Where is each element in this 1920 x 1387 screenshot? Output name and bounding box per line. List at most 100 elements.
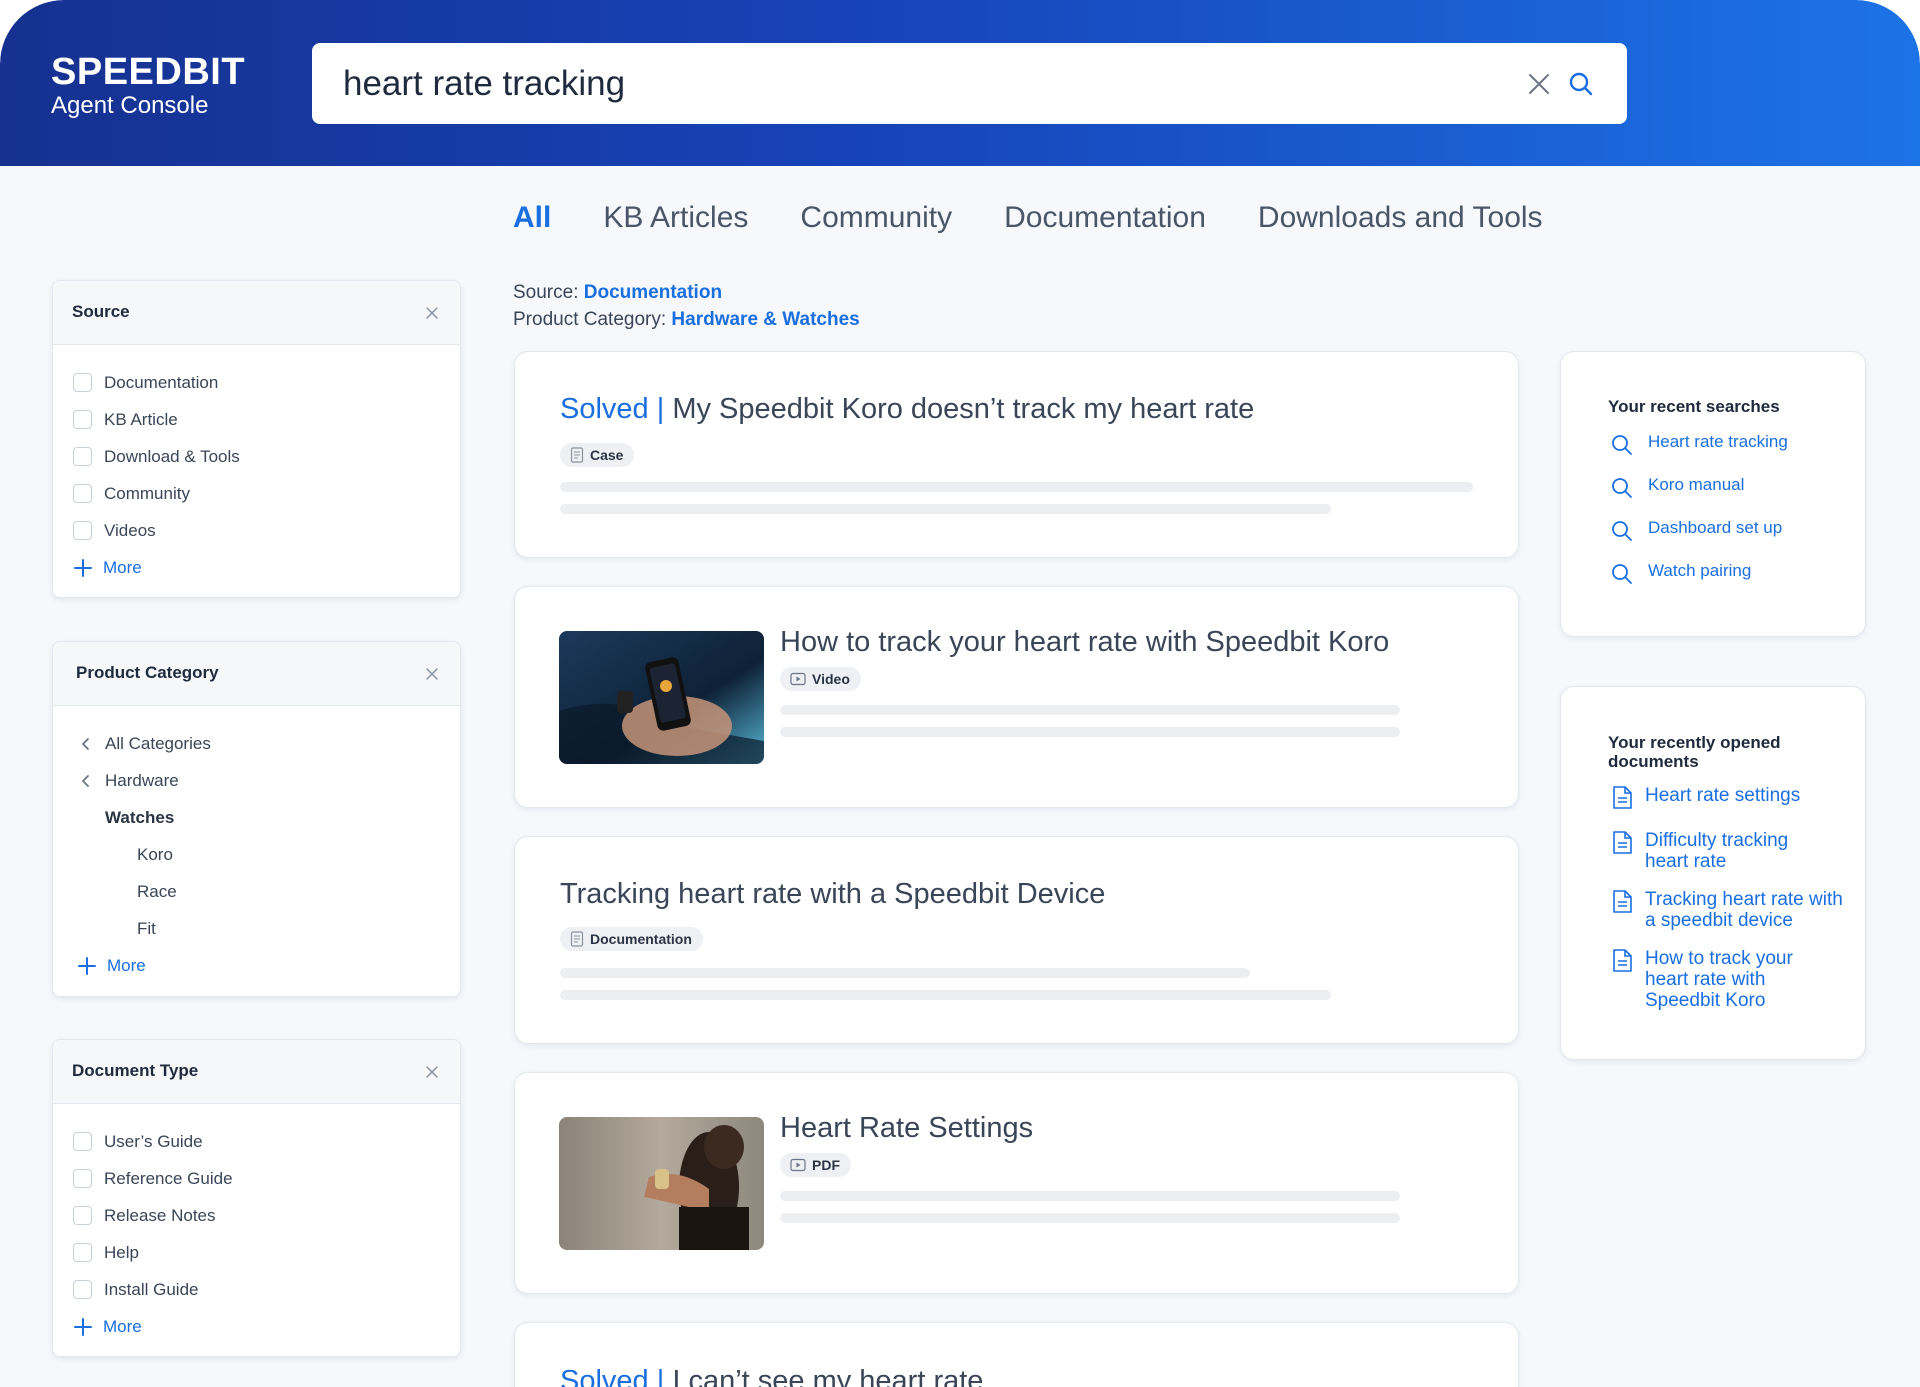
close-icon[interactable] [424, 1064, 440, 1080]
filter-value-link[interactable]: Hardware & Watches [671, 309, 859, 330]
category-all-categories[interactable]: All Categories [77, 725, 460, 762]
result-badge: Video [780, 667, 861, 691]
recent-searches-list: Heart rate tracking Koro manual Dashboar… [1611, 432, 1788, 604]
filter-option-community[interactable]: Community [73, 475, 460, 512]
checkbox[interactable] [73, 1206, 92, 1225]
filter-option-release-notes[interactable]: Release Notes [73, 1197, 460, 1234]
video-icon [790, 1158, 806, 1172]
app-frame: SPEEDBIT Agent Console All KB Articles C… [0, 0, 1920, 1387]
recent-search-item[interactable]: Dashboard set up [1611, 518, 1788, 561]
category-current-watches[interactable]: Watches [77, 799, 460, 836]
recent-search-item[interactable]: Watch pairing [1611, 561, 1788, 604]
search-button[interactable] [1561, 64, 1601, 104]
tab-documentation[interactable]: Documentation [1004, 196, 1206, 240]
document-icon [570, 447, 584, 463]
search-input[interactable] [312, 43, 1519, 124]
panel-title: Your recent searches [1608, 397, 1780, 416]
recent-document-item[interactable]: How to track your heart rate with Speedb… [1612, 948, 1852, 1011]
option-label: Download & Tools [104, 446, 240, 466]
text-placeholder [780, 1191, 1400, 1201]
filter-option-documentation[interactable]: Documentation [73, 364, 460, 401]
category-hardware[interactable]: Hardware [77, 762, 460, 799]
plus-icon [78, 956, 96, 975]
result-title-link[interactable]: Tracking heart rate with a Speedbit Devi… [560, 876, 1105, 912]
badge-label: Case [590, 447, 624, 463]
more-button[interactable]: More [77, 947, 460, 984]
checkbox[interactable] [73, 373, 92, 392]
filter-option-kb-article[interactable]: KB Article [73, 401, 460, 438]
category-label: Hardware [105, 770, 179, 790]
option-label: Community [104, 483, 190, 503]
checkbox[interactable] [73, 484, 92, 503]
more-button[interactable]: More [73, 1308, 460, 1345]
checkbox[interactable] [73, 1243, 92, 1262]
plus-icon [74, 1317, 92, 1336]
result-card[interactable]: Heart Rate Settings PDF [514, 1072, 1519, 1294]
text-placeholder [780, 727, 1400, 737]
result-card[interactable]: Tracking heart rate with a Speedbit Devi… [514, 836, 1519, 1044]
video-thumbnail[interactable] [559, 631, 764, 764]
category-fit[interactable]: Fit [77, 910, 460, 947]
checkbox[interactable] [73, 1169, 92, 1188]
close-icon[interactable] [424, 666, 440, 682]
filter-option-users-guide[interactable]: User’s Guide [73, 1123, 460, 1160]
tab-downloads-and-tools[interactable]: Downloads and Tools [1258, 196, 1543, 240]
active-filters: Source: Documentation Product Category: … [513, 279, 860, 333]
tab-all[interactable]: All [513, 196, 551, 240]
result-card[interactable]: Solved | I can’t see my heart rate [514, 1322, 1519, 1387]
panel-title: Your recently opened documents [1608, 733, 1781, 771]
filter-option-download-tools[interactable]: Download & Tools [73, 438, 460, 475]
filter-option-install-guide[interactable]: Install Guide [73, 1271, 460, 1308]
result-title: I can’t see my heart rate [672, 1365, 984, 1387]
search-icon [1569, 72, 1593, 95]
recent-document-label: How to track your heart rate with Speedb… [1645, 948, 1793, 1011]
result-title-link[interactable]: Solved | I can’t see my heart rate [560, 1363, 983, 1387]
recent-search-item[interactable]: Heart rate tracking [1611, 432, 1788, 475]
category-koro[interactable]: Koro [77, 836, 460, 873]
tab-kb-articles[interactable]: KB Articles [603, 196, 748, 240]
checkbox[interactable] [73, 1132, 92, 1151]
result-title-link[interactable]: Solved | My Speedbit Koro doesn’t track … [560, 391, 1254, 427]
checkbox[interactable] [73, 447, 92, 466]
recent-document-label: Heart rate settings [1645, 785, 1801, 806]
text-placeholder [560, 968, 1250, 978]
result-title-link[interactable]: How to track your heart rate with Speedb… [780, 624, 1389, 660]
close-icon[interactable] [424, 305, 440, 321]
text-placeholder [560, 504, 1331, 514]
recent-search-item[interactable]: Koro manual [1611, 475, 1788, 518]
checkbox[interactable] [73, 521, 92, 540]
result-title-link[interactable]: Heart Rate Settings [780, 1110, 1033, 1146]
filter-option-videos[interactable]: Videos [73, 512, 460, 549]
checkbox[interactable] [73, 410, 92, 429]
recent-document-item[interactable]: Difficulty tracking heart rate [1612, 830, 1852, 872]
solved-label: Solved [560, 1365, 649, 1387]
filter-category: Product Category: Hardware & Watches [513, 306, 860, 333]
recent-search-label: Dashboard set up [1648, 518, 1783, 537]
filter-option-reference-guide[interactable]: Reference Guide [73, 1160, 460, 1197]
badge-label: PDF [812, 1157, 840, 1173]
option-label: Install Guide [104, 1279, 199, 1299]
option-label: Release Notes [104, 1205, 216, 1225]
search-icon [1612, 478, 1632, 498]
category-race[interactable]: Race [77, 873, 460, 910]
search-icon [1612, 435, 1632, 455]
document-icon [1613, 831, 1632, 854]
clear-search-button[interactable] [1519, 64, 1559, 104]
result-card[interactable]: How to track your heart rate with Speedb… [514, 586, 1519, 808]
plus-icon [74, 558, 92, 577]
filter-value-link[interactable]: Documentation [584, 282, 722, 303]
checkbox[interactable] [73, 1280, 92, 1299]
filter-option-help[interactable]: Help [73, 1234, 460, 1271]
badge-label: Documentation [590, 931, 692, 947]
option-label: KB Article [104, 409, 178, 429]
pdf-thumbnail[interactable] [559, 1117, 764, 1250]
recent-document-item[interactable]: Heart rate settings [1612, 785, 1852, 810]
brand-logo[interactable]: SPEEDBIT Agent Console [51, 52, 245, 120]
option-label: Documentation [104, 372, 219, 392]
result-card[interactable]: Solved | My Speedbit Koro doesn’t track … [514, 351, 1519, 558]
chevron-left-icon [82, 774, 89, 787]
more-button[interactable]: More [73, 549, 460, 586]
tab-community[interactable]: Community [800, 196, 952, 240]
recent-document-item[interactable]: Tracking heart rate with a speedbit devi… [1612, 889, 1852, 931]
search-icon [1612, 521, 1632, 541]
